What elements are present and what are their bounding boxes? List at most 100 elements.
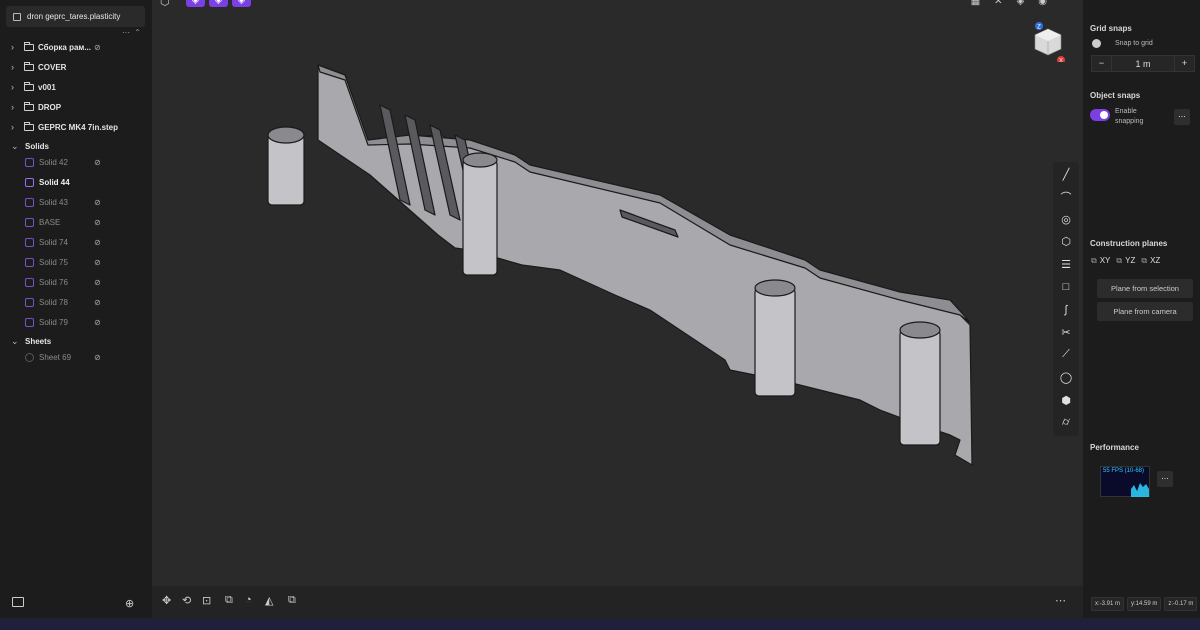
sheet-item[interactable]: Sheet 69 ⊘: [0, 347, 152, 367]
file-name-chip[interactable]: dron geprc_tares.plasticity: [6, 6, 145, 27]
viewport-bottom-toolbar: ✥ ⟲ ⊡ ⧉ ◔ ◭ ⧉ ⋯: [152, 586, 1083, 618]
solid-item[interactable]: Solid 74 ⊘: [0, 232, 152, 252]
sphere-icon[interactable]: ◯: [1053, 366, 1079, 388]
solid-cube-icon: [25, 157, 34, 167]
hidden-eye-icon[interactable]: ⊘: [94, 258, 101, 267]
circle-icon[interactable]: ◎: [1053, 208, 1079, 230]
zoom-icon[interactable]: ⊕: [125, 597, 134, 610]
solid-item[interactable]: Solid 42 ⊘: [0, 152, 152, 172]
solid-cube-icon: [25, 237, 34, 247]
line-icon[interactable]: ╱: [1053, 163, 1079, 185]
cube-outline-icon[interactable]: ⬡: [160, 0, 172, 8]
folder-item[interactable]: › COVER: [0, 57, 152, 77]
chevron-right-icon[interactable]: ›: [11, 102, 21, 112]
box-icon[interactable]: ⬢: [1053, 389, 1079, 411]
hidden-eye-icon[interactable]: ⊘: [94, 218, 101, 227]
grid-size-field[interactable]: − 1 m +: [1091, 55, 1195, 72]
shading-icon[interactable]: ◈: [1017, 0, 1025, 7]
scale-icon[interactable]: ⊡: [202, 594, 211, 607]
grid-size-value[interactable]: 1 m: [1112, 59, 1174, 69]
folder-item[interactable]: › Сборка рам... ⊘: [0, 37, 152, 57]
chevron-down-icon[interactable]: ⌄: [11, 336, 21, 347]
select-edge-button[interactable]: ◈: [209, 0, 228, 7]
plane-xy-button[interactable]: ⧉ XY: [1091, 256, 1110, 266]
selection-mode-toolbar: ⬡ ◈ ◈ ◈: [160, 0, 251, 8]
mirror-icon[interactable]: ◭: [265, 594, 273, 607]
solid-item[interactable]: Solid 79 ⊘: [0, 312, 152, 332]
chevron-right-icon[interactable]: ›: [11, 82, 21, 92]
os-taskbar: [0, 618, 1200, 630]
grid-increment-button[interactable]: +: [1174, 56, 1194, 71]
properties-panel: Grid snaps Snap to grid − 1 m + Object s…: [1083, 0, 1200, 618]
hidden-eye-icon[interactable]: ⊘: [94, 278, 101, 287]
solid-cube-icon: [25, 217, 34, 227]
folder-icon: [24, 41, 34, 51]
fps-sparkline: [1131, 483, 1149, 497]
solid-item[interactable]: Solid 78 ⊘: [0, 292, 152, 312]
solid-cube-icon: [25, 297, 34, 307]
plane-icon: ⧉: [1091, 256, 1097, 265]
enable-snapping-toggle[interactable]: [1090, 109, 1110, 121]
model-cylinder: [899, 329, 941, 446]
snapping-options-button[interactable]: ...: [1174, 109, 1190, 125]
solid-item-selected[interactable]: Solid 44: [0, 172, 152, 192]
polygon-icon[interactable]: ⬡: [1053, 231, 1079, 253]
plane-from-selection-button[interactable]: Plane from selection: [1097, 279, 1193, 298]
folder-icon: [24, 101, 34, 111]
viewport-top-right-icons: ▦ ✕ ◈ ◉: [971, 0, 1047, 7]
3d-viewport[interactable]: ⬡ ◈ ◈ ◈ ▦ ✕ ◈ ◉ Z X ╱ ⌒ ◎ ⬡ ☰ □ ∫ ✂ ⟋ ◯ …: [152, 0, 1083, 618]
rectangle-icon[interactable]: □: [1053, 276, 1079, 298]
duplicate-icon[interactable]: ⧉: [288, 594, 296, 607]
chevron-right-icon[interactable]: ›: [11, 62, 21, 72]
scissors-icon[interactable]: ✂: [1053, 321, 1079, 343]
folder-add-icon[interactable]: [12, 597, 24, 607]
hidden-eye-icon[interactable]: ⊘: [94, 198, 101, 207]
folder-item[interactable]: › v001: [0, 77, 152, 97]
3d-model-render[interactable]: [260, 60, 980, 470]
plane-buttons: ⧉ XY ⧉ YZ ⧉ XZ: [1091, 256, 1160, 266]
tree-tools-icons[interactable]: ⋯ ⌃: [122, 28, 142, 37]
plane-xz-button[interactable]: ⧉ XZ: [1141, 256, 1160, 266]
folder-item[interactable]: › GEPRC MK4 7in.step: [0, 117, 152, 137]
move-icon[interactable]: ✥: [162, 594, 171, 607]
boolean-icon[interactable]: ⧉: [225, 594, 233, 607]
model-cylinder: [462, 159, 498, 276]
fillet-icon[interactable]: ◔: [245, 594, 252, 606]
cylinder-icon[interactable]: ⌭: [1053, 412, 1079, 434]
plane-icon: ⧉: [1141, 256, 1148, 265]
more-options-icon[interactable]: ⋯: [1055, 594, 1066, 607]
snap-to-grid-toggle[interactable]: [1092, 39, 1101, 48]
solid-item[interactable]: BASE ⊘: [0, 212, 152, 232]
cylinder-stack-icon[interactable]: ☰: [1053, 253, 1079, 275]
grid-snaps-title: Grid snaps: [1090, 24, 1132, 33]
trim-icon[interactable]: ⟋: [1053, 344, 1079, 366]
performance-options-button[interactable]: ...: [1157, 471, 1173, 487]
select-face-button[interactable]: ◈: [232, 0, 251, 7]
select-vertex-button[interactable]: ◈: [186, 0, 205, 7]
spline-icon[interactable]: ∫: [1053, 299, 1079, 321]
plane-yz-button[interactable]: ⧉ YZ: [1116, 256, 1135, 266]
chevron-right-icon[interactable]: ›: [11, 122, 21, 132]
cursor-icon[interactable]: ✕: [994, 0, 1002, 7]
hidden-eye-icon[interactable]: ⊘: [94, 318, 101, 327]
hidden-eye-icon[interactable]: ⊘: [94, 353, 101, 362]
hidden-eye-icon[interactable]: ⊘: [94, 238, 101, 247]
solid-item[interactable]: Solid 75 ⊘: [0, 252, 152, 272]
hidden-eye-icon[interactable]: ⊘: [94, 298, 101, 307]
curve-icon[interactable]: ⌒: [1053, 186, 1079, 208]
chevron-right-icon[interactable]: ›: [11, 42, 21, 52]
hidden-eye-icon[interactable]: ⊘: [94, 158, 101, 167]
chevron-down-icon[interactable]: ⌄: [11, 141, 21, 152]
model-cylinder-top: [754, 279, 796, 297]
render-icon[interactable]: ◉: [1038, 0, 1047, 7]
folder-item[interactable]: › DROP: [0, 97, 152, 117]
rotate-icon[interactable]: ⟲: [182, 594, 191, 607]
navigation-cube[interactable]: Z X: [1030, 22, 1066, 62]
plane-from-camera-button[interactable]: Plane from camera: [1097, 302, 1193, 321]
solid-item[interactable]: Solid 76 ⊘: [0, 272, 152, 292]
grid-view-icon[interactable]: ▦: [971, 0, 980, 7]
hidden-eye-icon[interactable]: ⊘: [94, 43, 101, 52]
coord-x: x:-3.91 m: [1091, 597, 1125, 611]
solid-item[interactable]: Solid 43 ⊘: [0, 192, 152, 212]
grid-decrement-button[interactable]: −: [1092, 56, 1112, 71]
